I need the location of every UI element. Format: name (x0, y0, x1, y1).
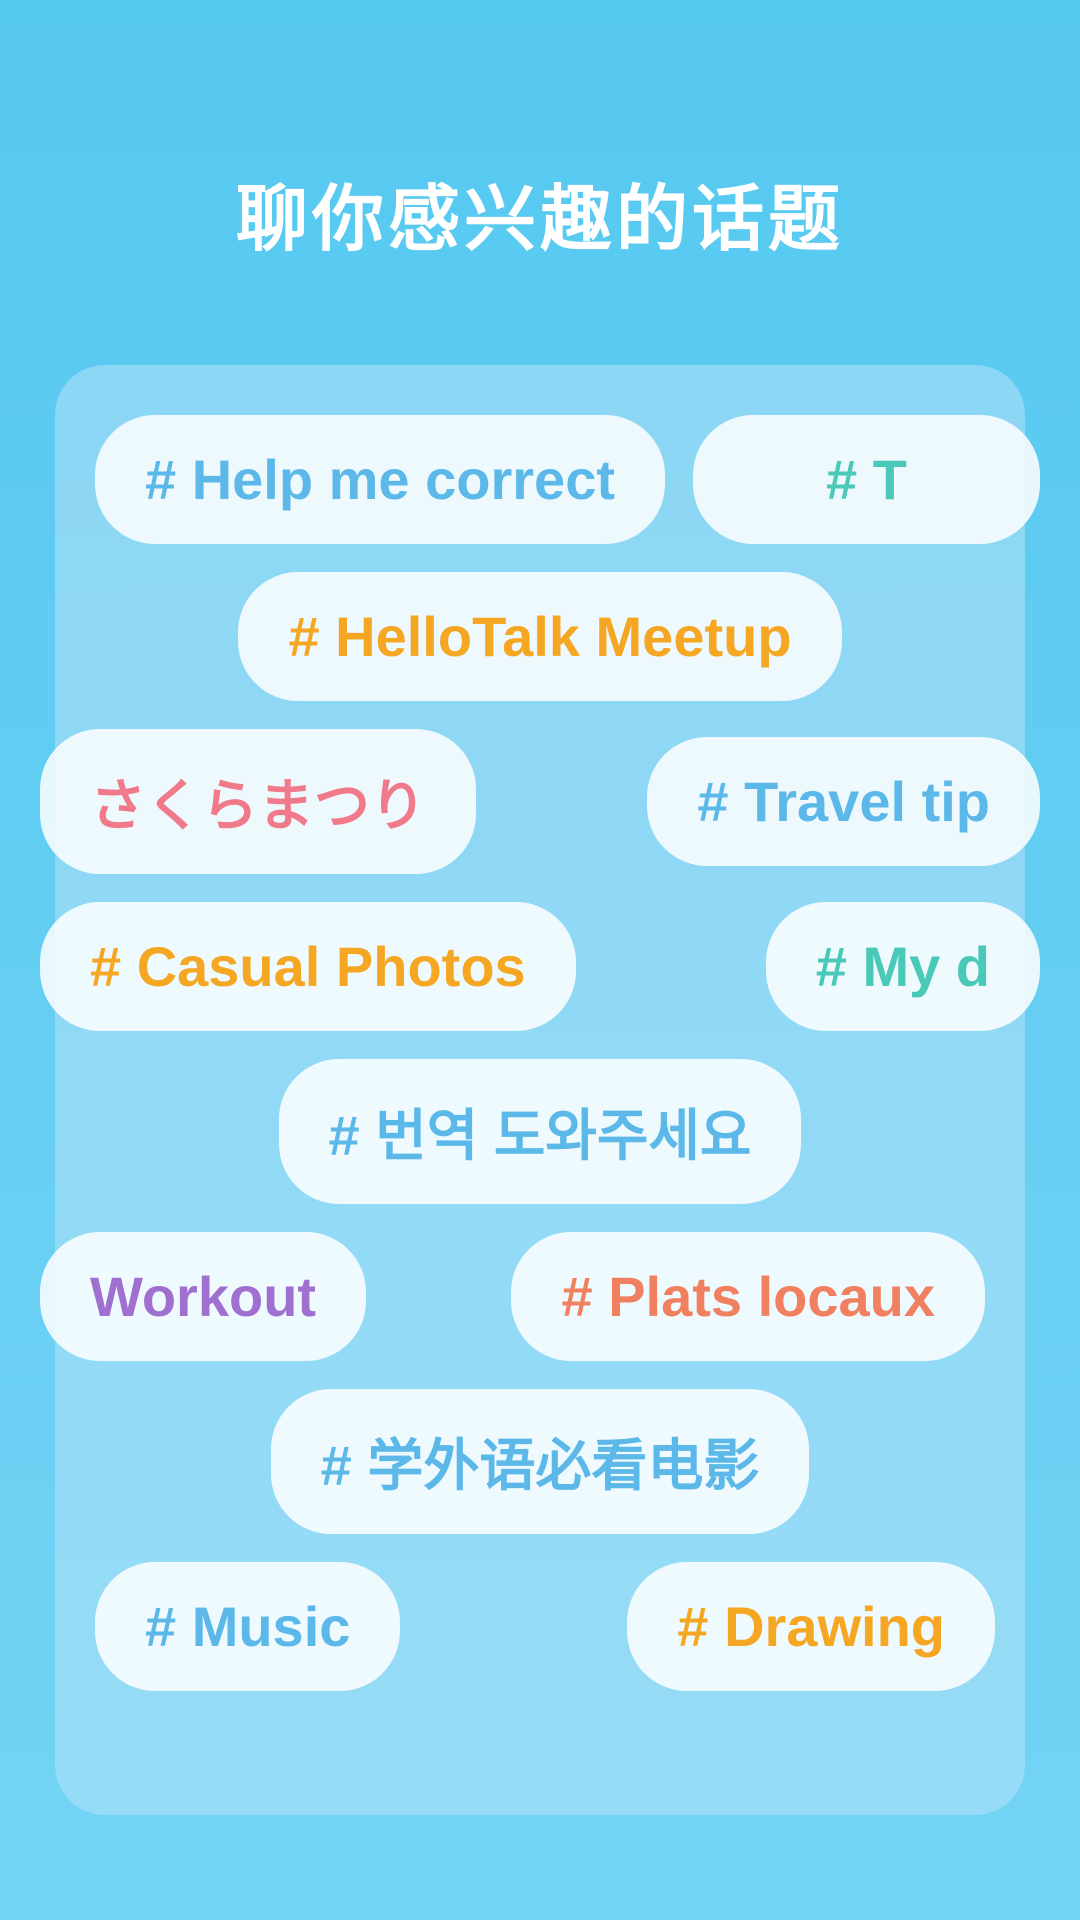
tag-row-5: # 번역 도와주세요 (95, 1059, 985, 1204)
tag-workout[interactable]: Workout (40, 1232, 366, 1361)
tag-row-8: # Music # Drawing (95, 1562, 985, 1691)
tag-learn-language-movies[interactable]: # 学外语必看电影 (271, 1389, 810, 1534)
tag-row-4: # Casual Photos # My d (95, 902, 985, 1031)
tag-sakura-matsuri[interactable]: さくらまつり (40, 729, 476, 874)
tag-row-2: # HelloTalk Meetup (95, 572, 985, 701)
tag-hellotalk-meetup[interactable]: # HelloTalk Meetup (238, 572, 841, 701)
tag-music[interactable]: # Music (95, 1562, 400, 1691)
tag-my-day-partial[interactable]: # My d (766, 902, 1040, 1031)
tag-row-6: Workout # Plats locaux (95, 1232, 985, 1361)
tag-plats-locaux[interactable]: # Plats locaux (511, 1232, 985, 1361)
tag-translation-help[interactable]: # 번역 도와주세요 (279, 1059, 802, 1204)
tag-help-me-correct[interactable]: # Help me correct (95, 415, 665, 544)
page-title: 聊你感兴趣的话题 (0, 0, 1080, 325)
tags-list: # Help me correct # T # HelloTalk Meetup… (95, 415, 985, 1719)
tag-casual-photos[interactable]: # Casual Photos (40, 902, 576, 1031)
tag-row-3: さくらまつり # Travel tip (95, 729, 985, 874)
tag-row-7: # 学外语必看电影 (95, 1389, 985, 1534)
tag-travel-tips[interactable]: # Travel tip (647, 737, 1040, 866)
topics-card: # Help me correct # T # HelloTalk Meetup… (55, 365, 1025, 1815)
tag-row-1: # Help me correct # T (95, 415, 985, 544)
tag-t-partial[interactable]: # T (693, 415, 1040, 544)
tag-drawing[interactable]: # Drawing (627, 1562, 995, 1691)
